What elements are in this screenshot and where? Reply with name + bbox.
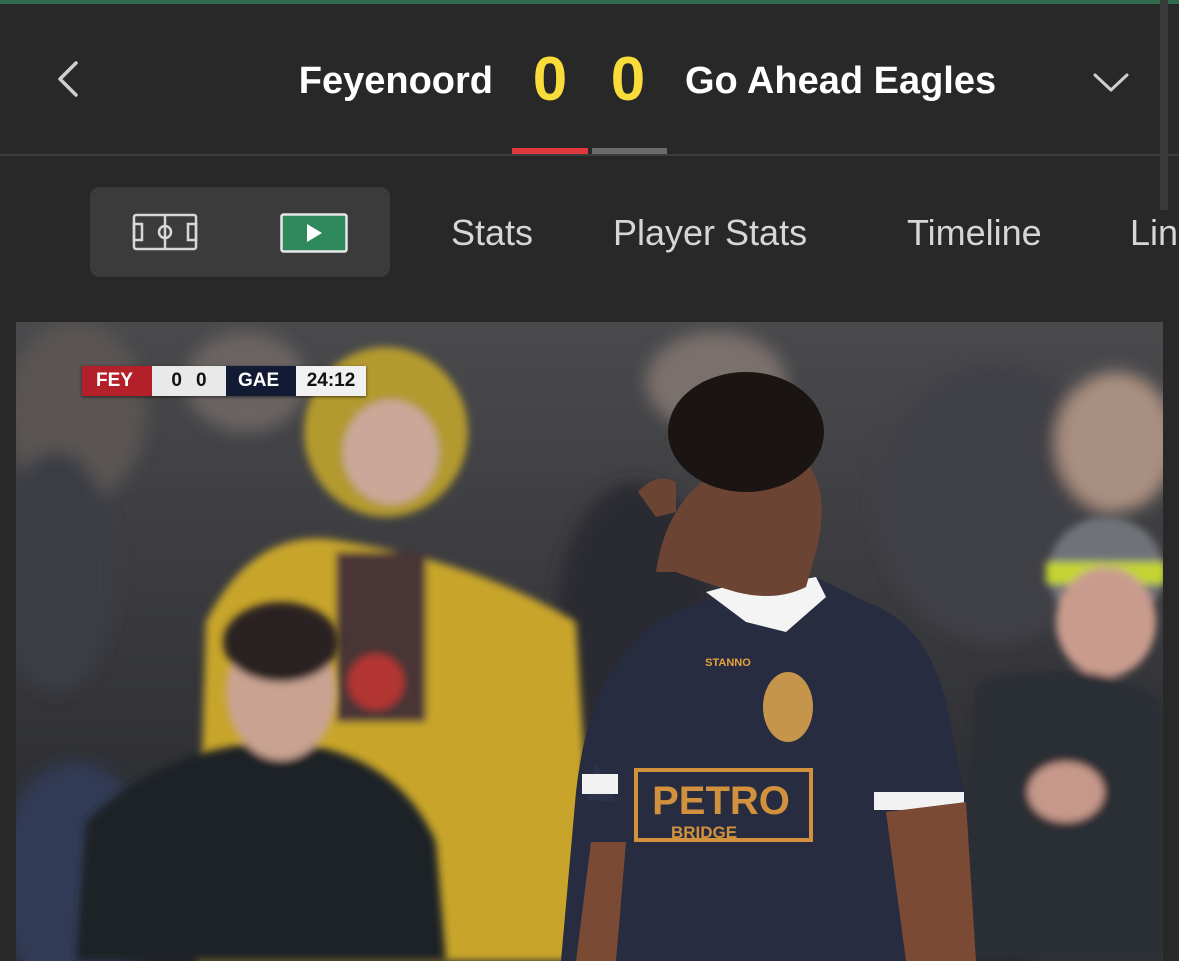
scorebug-score: 0 0 <box>152 366 226 396</box>
scrollbar[interactable] <box>1160 0 1168 210</box>
video-player[interactable]: PETRO BRIDGE STANNO FEY 0 0 GAE 24:12 <box>16 322 1163 961</box>
away-team-name: Go Ahead Eagles <box>685 60 997 102</box>
broadcast-scorebug: FEY 0 0 GAE 24:12 <box>82 366 366 396</box>
match-header: Feyenoord 0 0 Go Ahead Eagles <box>0 4 1179 154</box>
scorebug-home-score: 0 <box>171 370 182 391</box>
pitch-icon <box>132 213 198 251</box>
match-dropdown-button[interactable] <box>1088 62 1134 102</box>
scorebug-away-team: GAE <box>226 366 296 396</box>
video-frame: PETRO BRIDGE STANNO <box>16 322 1163 961</box>
tab-timeline[interactable]: Timeline <box>907 212 1042 254</box>
home-score: 0 <box>532 45 568 114</box>
chevron-down-icon <box>1093 73 1129 92</box>
play-icon <box>280 213 348 253</box>
view-toggle <box>90 187 390 277</box>
sponsor-subtext: BRIDGE <box>671 823 737 842</box>
away-score: 0 <box>610 45 646 114</box>
scorebug-away-score: 0 <box>196 370 207 391</box>
scorebug-clock: 24:12 <box>296 366 366 396</box>
tab-stats[interactable]: Stats <box>451 212 533 254</box>
home-team-name: Feyenoord <box>298 60 493 102</box>
back-button[interactable] <box>48 54 88 104</box>
tab-player-stats[interactable]: Player Stats <box>613 212 807 254</box>
scorebug-home-team: FEY <box>82 366 152 396</box>
header-divider <box>0 154 1179 156</box>
video-view-button[interactable] <box>280 213 348 253</box>
tab-lineups[interactable]: Lin <box>1130 212 1178 254</box>
pitch-view-button[interactable] <box>130 211 200 253</box>
chevron-left-icon <box>58 61 78 97</box>
kit-brand-text: STANNO <box>705 657 751 669</box>
sponsor-text: PETRO <box>652 779 790 823</box>
